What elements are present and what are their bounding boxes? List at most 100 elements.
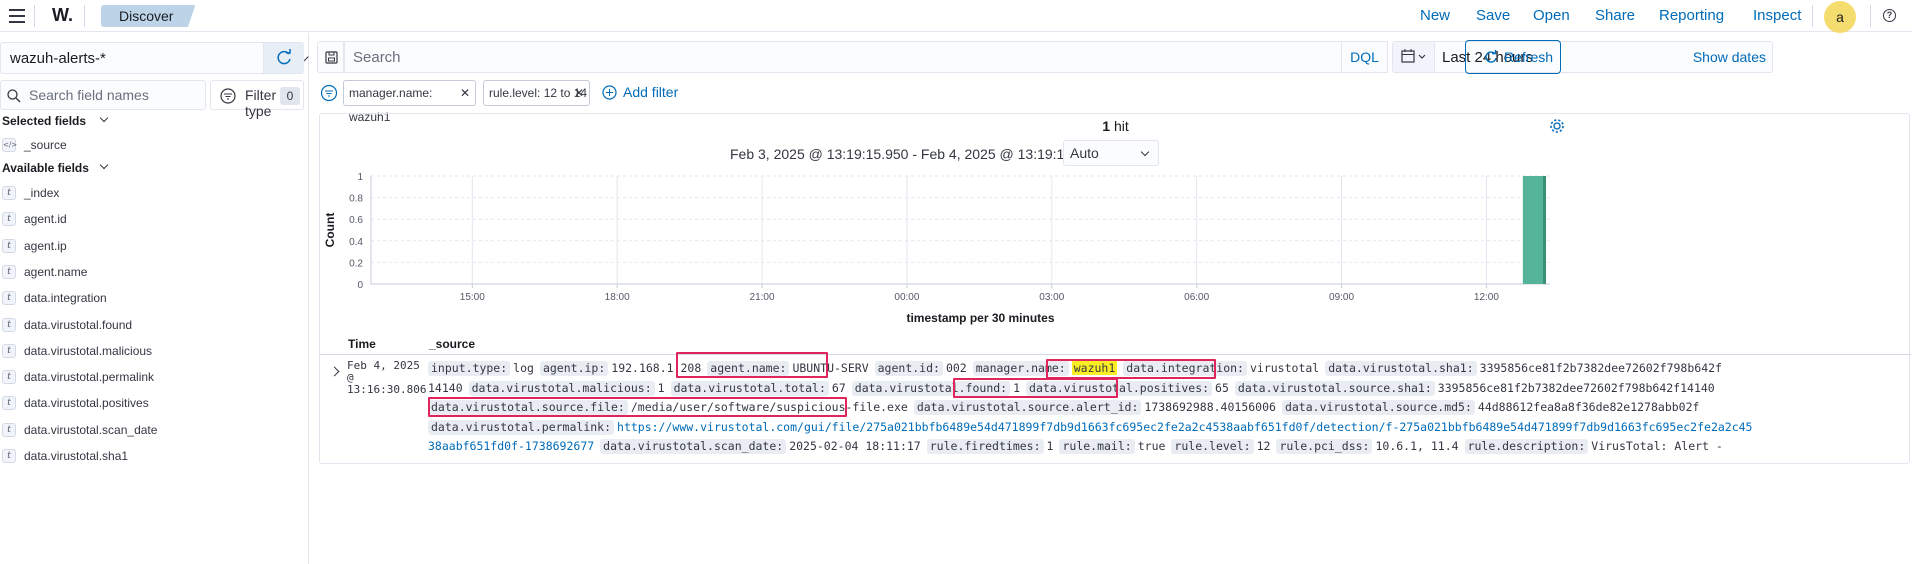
field-name: data.virustotal.found (24, 317, 133, 332)
date-picker[interactable]: Last 24 hours Show dates (1392, 41, 1773, 73)
field-key: rule.description: (1464, 439, 1589, 455)
chevron-down-icon (99, 160, 109, 170)
string-type-icon: t (2, 422, 16, 437)
new-link[interactable]: New (1420, 7, 1450, 24)
field-value: log (513, 361, 534, 375)
divider (1870, 5, 1871, 27)
help-icon[interactable]: ? (1883, 9, 1896, 22)
field-key: data.virustotal.found: (851, 380, 1011, 396)
field-value: 3395856ce81f2b7382dee72602f798b642f14140 (1437, 380, 1715, 395)
field-key: data.virustotal.source.md5: (1281, 400, 1475, 416)
quick-select-button[interactable] (1393, 42, 1435, 72)
x-tick-label: 18:00 (605, 292, 630, 303)
permalink-value[interactable]: 38aabf651fd0f-1738692677 (428, 439, 594, 453)
x-tick-label: 09:00 (1329, 292, 1354, 303)
refresh-label: Refresh (1504, 49, 1554, 65)
field-key: manager.name: (972, 361, 1069, 376)
show-dates-link[interactable]: Show dates (1693, 49, 1766, 65)
column-time-header[interactable]: Time (348, 337, 376, 351)
gear-icon[interactable] (1549, 118, 1565, 134)
field-name: agent.ip (24, 238, 67, 253)
y-tick-label: 0.8 (349, 194, 363, 205)
field-key: data.integration: (1123, 361, 1247, 376)
filter-pill-rule-level[interactable]: rule.level: 12 to 14 ✕ (483, 80, 590, 106)
field-value: 44d88612fea8a8f36de82e1278abb02f (1477, 400, 1700, 415)
string-type-icon: t (2, 370, 16, 385)
field-value: 67 (831, 380, 846, 395)
filter-bar: manager.name: wazuh1 ✕ rule.level: 12 to… (317, 80, 1907, 124)
field-key: agent.ip: (539, 361, 609, 376)
field-value: /media/user/software/suspicious-file.exe (630, 400, 908, 415)
reporting-link[interactable]: Reporting (1659, 7, 1724, 24)
inspect-link[interactable]: Inspect (1753, 7, 1801, 24)
saved-query-button[interactable] (317, 41, 344, 73)
filter-by-type-button[interactable]: Filter by type 0 (210, 80, 304, 119)
string-type-icon: t (2, 291, 16, 306)
available-fields-title: Available fields (2, 161, 89, 175)
y-tick-label: 0 (357, 280, 363, 291)
column-source-header[interactable]: _source (429, 337, 475, 351)
field-value: VirusTotal: Alert - (1591, 439, 1723, 454)
x-axis-title: timestamp per 30 minutes (906, 311, 1054, 325)
available-fields-heading[interactable]: Available fields (2, 160, 109, 175)
field-name: _source (24, 138, 67, 152)
y-tick-label: 1 (357, 172, 363, 183)
field-key: data.virustotal.source.alert_id: (913, 400, 1142, 416)
plus-icon (602, 85, 617, 100)
y-tick-label: 0.4 (349, 237, 363, 248)
index-pattern-select[interactable]: wazuh-alerts-* (0, 42, 309, 74)
refresh-button[interactable]: Refresh (1465, 40, 1561, 74)
close-icon[interactable]: ✕ (574, 81, 584, 105)
field-value: 14140 (428, 380, 463, 395)
index-pattern-value: wazuh-alerts-* (10, 50, 106, 67)
field-key: agent.id: (874, 361, 943, 376)
refresh-index-button[interactable] (263, 43, 304, 73)
field-search-input[interactable]: Search field names (0, 80, 206, 110)
field-key: data.virustotal.malicious: (468, 380, 655, 396)
field-key: rule.pci_dss: (1276, 439, 1373, 455)
y-tick-label: 0.2 (349, 258, 363, 269)
field-value: 1 (657, 380, 665, 395)
divider (34, 5, 35, 27)
app-logo[interactable]: W. (52, 5, 73, 26)
string-type-icon: t (2, 212, 16, 227)
dql-language-button[interactable]: DQL (1341, 42, 1387, 72)
field-value: 3395856ce81f2b7382dee72602f798b642f (1479, 361, 1722, 375)
field-key: rule.firedtimes: (926, 439, 1044, 455)
selected-fields-heading[interactable]: Selected fields (2, 113, 109, 128)
filter-pill-label: rule.level: 12 to 14 (489, 86, 588, 100)
avatar[interactable]: a (1824, 1, 1856, 33)
breadcrumb-discover[interactable]: Discover (101, 5, 196, 27)
field-value: 192.168.1.208 (611, 361, 702, 375)
selected-fields-title: Selected fields (2, 114, 87, 128)
menu-icon[interactable] (9, 9, 25, 23)
search-input[interactable]: Search DQL (344, 41, 1388, 73)
close-icon[interactable]: ✕ (460, 81, 470, 105)
field-name: data.virustotal.permalink (24, 370, 155, 385)
histogram-chart: 0 0.2 0.4 0.6 0.8 1 15:00 18:00 21:00 00:00 03:00 0… (323, 172, 1550, 325)
filter-pill-manager-name[interactable]: manager.name: wazuh1 ✕ (343, 80, 476, 124)
top-navigation-bar: W. Discover New Save Open Share Reportin… (0, 0, 1912, 33)
open-link[interactable]: Open (1533, 7, 1570, 24)
field-key: data.virustotal.permalink: (428, 419, 615, 435)
field-name: agent.name (24, 264, 88, 279)
save-link[interactable]: Save (1476, 7, 1510, 24)
field-value: 2025-02-04 18:11:17 (789, 439, 921, 454)
chevron-down-icon (1140, 147, 1150, 157)
expand-row-icon[interactable] (329, 366, 340, 377)
share-link[interactable]: Share (1595, 7, 1635, 24)
interval-value: Auto (1070, 145, 1099, 161)
field-key: data.virustotal.scan_date: (600, 439, 787, 455)
filter-icon (220, 88, 236, 104)
field-key: rule.mail: (1059, 439, 1135, 455)
calendar-icon (1401, 49, 1426, 63)
search-icon (7, 89, 21, 103)
field-value: virustotal (1249, 361, 1320, 375)
permalink-value[interactable]: https://www.virustotal.com/gui/file/275a… (617, 420, 1752, 434)
hit-unit: hit (1113, 118, 1129, 134)
x-tick-label: 21:00 (750, 292, 775, 303)
divider (1812, 5, 1813, 27)
x-tick-label: 06:00 (1184, 292, 1209, 303)
filter-options-icon[interactable] (320, 84, 338, 102)
field-name: data.virustotal.positives (24, 396, 149, 411)
